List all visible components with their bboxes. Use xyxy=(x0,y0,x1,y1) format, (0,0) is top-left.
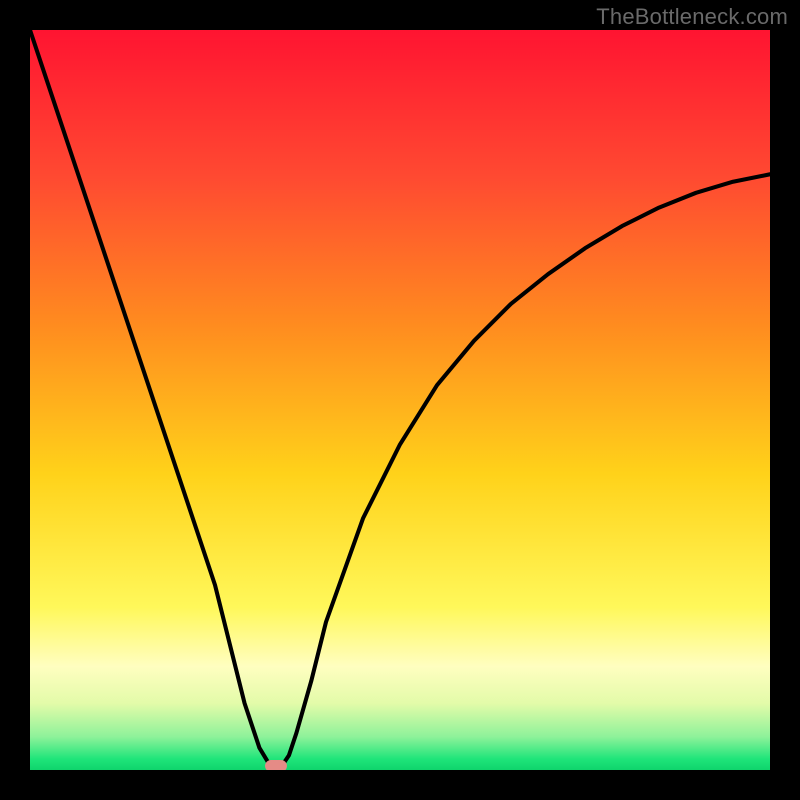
optimal-point-marker xyxy=(265,760,287,770)
chart-frame: TheBottleneck.com xyxy=(0,0,800,800)
watermark-text: TheBottleneck.com xyxy=(596,4,788,30)
heatmap-background xyxy=(30,30,770,770)
plot-area xyxy=(30,30,770,770)
